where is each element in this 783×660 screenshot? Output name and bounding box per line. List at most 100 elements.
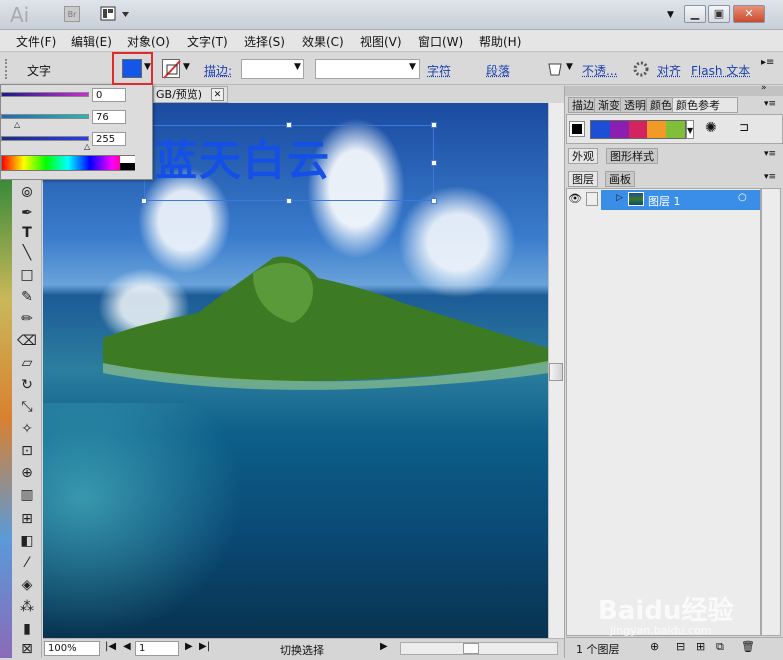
shape-builder-tool-icon[interactable]: ⊕	[15, 462, 39, 484]
selection-bounding-box[interactable]	[144, 125, 434, 201]
collapse-dock-icon[interactable]: »	[761, 83, 767, 93]
rotate-tool-icon[interactable]: ↻	[15, 374, 39, 396]
base-color-swatch[interactable]	[569, 121, 585, 137]
dock-header[interactable]: »	[565, 83, 783, 96]
free-transform-tool-icon[interactable]: ⊡	[15, 440, 39, 462]
first-page-icon[interactable]: |◀	[105, 641, 116, 652]
paragraph-panel-link[interactable]: 段落	[486, 62, 510, 79]
black-white-swatch[interactable]	[120, 156, 135, 170]
stroke-weight-field[interactable]: ▼	[241, 59, 304, 79]
tab-color-guide[interactable]: 颜色参考	[672, 97, 738, 113]
menu-select[interactable]: 选择(S)	[244, 33, 285, 50]
control-menu-icon[interactable]: ▸≡	[761, 57, 774, 68]
tab-graphic-styles[interactable]: 图形样式	[606, 148, 658, 164]
pen-tool-icon[interactable]: ✒	[15, 202, 39, 224]
layers-scrollbar[interactable]	[761, 188, 781, 636]
status-mode-label[interactable]: 切换选择	[280, 642, 324, 658]
handle-bottom-center[interactable]	[286, 198, 292, 204]
menu-object[interactable]: 对象(O)	[127, 33, 170, 50]
handle-top-center[interactable]	[286, 122, 292, 128]
vertical-scroll-thumb[interactable]	[549, 363, 563, 381]
blend-tool-icon[interactable]: ◈	[15, 574, 39, 596]
recolor-artwork-icon[interactable]	[547, 61, 563, 77]
blue-slider[interactable]	[1, 136, 89, 141]
align-link[interactable]: 对齐	[657, 62, 681, 79]
blue-value-field[interactable]: 255	[92, 132, 126, 146]
type-tool-icon[interactable]: T	[15, 222, 39, 244]
green-slider-thumb[interactable]: △	[14, 120, 20, 129]
perspective-grid-tool-icon[interactable]: ▥	[15, 484, 39, 506]
rectangle-tool-icon[interactable]: □	[15, 264, 39, 286]
layer-name[interactable]: 图层 1	[648, 193, 681, 209]
menu-edit[interactable]: 编辑(E)	[71, 33, 112, 50]
color-spectrum-bar[interactable]	[1, 155, 135, 171]
workspace-chevron-icon[interactable]: ▼	[667, 10, 674, 20]
maximize-button[interactable]: ▣	[708, 5, 730, 23]
handle-top-right[interactable]	[431, 122, 437, 128]
harmony-swatches[interactable]	[590, 120, 686, 139]
close-tab-icon[interactable]: ✕	[211, 88, 224, 101]
close-button[interactable]: ✕	[733, 5, 765, 23]
prev-page-icon[interactable]: ◀	[123, 641, 131, 652]
green-slider[interactable]	[1, 114, 89, 119]
appearance-menu-icon[interactable]: ▾≡	[764, 149, 776, 159]
menu-window[interactable]: 窗口(W)	[418, 33, 463, 50]
handle-bottom-left[interactable]	[141, 198, 147, 204]
layers-menu-icon[interactable]: ▾≡	[764, 172, 776, 182]
stroke-dropdown-icon[interactable]: ▼	[183, 62, 190, 72]
blue-slider-thumb[interactable]: △	[84, 142, 90, 151]
mesh-tool-icon[interactable]: ⊞	[15, 508, 39, 530]
delete-layer-icon[interactable]: 🗑	[741, 640, 755, 653]
bridge-button[interactable]: Br	[64, 6, 80, 22]
new-sublayer-icon[interactable]: ⊞	[696, 640, 705, 653]
menu-effect[interactable]: 效果(C)	[302, 33, 344, 50]
clipping-mask-icon[interactable]: ⊟	[676, 640, 685, 653]
handle-bottom-right[interactable]	[431, 198, 437, 204]
symbol-sprayer-tool-icon[interactable]: ⁂	[15, 596, 39, 618]
eraser-tool-icon[interactable]: ▱	[15, 352, 39, 374]
minimize-button[interactable]: ▁	[684, 5, 706, 23]
recolor-dropdown-icon[interactable]: ▼	[566, 62, 573, 72]
visibility-eye-icon[interactable]: 👁	[568, 192, 582, 205]
artboard-tool-icon[interactable]: ⊠	[15, 638, 39, 660]
layer-row[interactable]: ▷ 图层 1 ○	[601, 190, 760, 210]
harmony-dropdown-icon[interactable]: ▼	[686, 120, 694, 139]
live-color-icon[interactable]: ✺	[705, 120, 717, 136]
next-page-icon[interactable]: ▶	[185, 641, 193, 652]
expand-layer-icon[interactable]: ▷	[616, 193, 623, 203]
stroke-label[interactable]: 描边:	[204, 62, 232, 79]
isolate-icon[interactable]	[632, 60, 650, 78]
artboard-canvas[interactable]: 蓝天白云	[43, 103, 548, 638]
scale-tool-icon[interactable]: ⤡	[15, 396, 39, 418]
lasso-tool-icon[interactable]: ⦾	[15, 182, 39, 204]
green-value-field[interactable]: 76	[92, 110, 126, 124]
horizontal-scrollbar[interactable]	[400, 642, 558, 655]
status-menu-icon[interactable]: ▶	[380, 641, 388, 652]
arrange-documents-button[interactable]	[100, 6, 132, 22]
stroke-color-swatch[interactable]	[162, 59, 181, 79]
menu-type[interactable]: 文字(T)	[187, 33, 228, 50]
gripper[interactable]	[5, 59, 8, 79]
save-group-icon[interactable]: ⊐	[739, 120, 749, 134]
font-family-field[interactable]: ▼	[315, 59, 420, 79]
target-icon[interactable]: ○	[738, 192, 747, 203]
menu-help[interactable]: 帮助(H)	[479, 33, 521, 50]
horizontal-scroll-thumb[interactable]	[463, 643, 479, 654]
menu-file[interactable]: 文件(F)	[16, 33, 56, 50]
panel-menu-icon[interactable]: ▾≡	[764, 99, 776, 109]
gradient-tool-icon[interactable]: ◧	[15, 530, 39, 552]
opacity-link[interactable]: 不透...	[582, 62, 617, 79]
zoom-field[interactable]: 100%	[44, 641, 100, 656]
character-panel-link[interactable]: 字符	[427, 62, 451, 79]
menu-view[interactable]: 视图(V)	[360, 33, 402, 50]
lock-toggle[interactable]	[586, 192, 598, 206]
red-slider[interactable]	[1, 92, 89, 97]
pencil-tool-icon[interactable]: ✏	[15, 308, 39, 330]
new-layer-icon[interactable]: ⧉	[716, 640, 724, 654]
last-page-icon[interactable]: ▶|	[199, 641, 210, 652]
page-field[interactable]: 1	[135, 641, 179, 656]
paintbrush-tool-icon[interactable]: ✎	[15, 286, 39, 308]
tab-layers[interactable]: 图层	[568, 171, 598, 187]
eyedropper-tool-icon[interactable]: ⁄	[15, 552, 39, 574]
blob-brush-tool-icon[interactable]: ⌫	[15, 330, 39, 352]
